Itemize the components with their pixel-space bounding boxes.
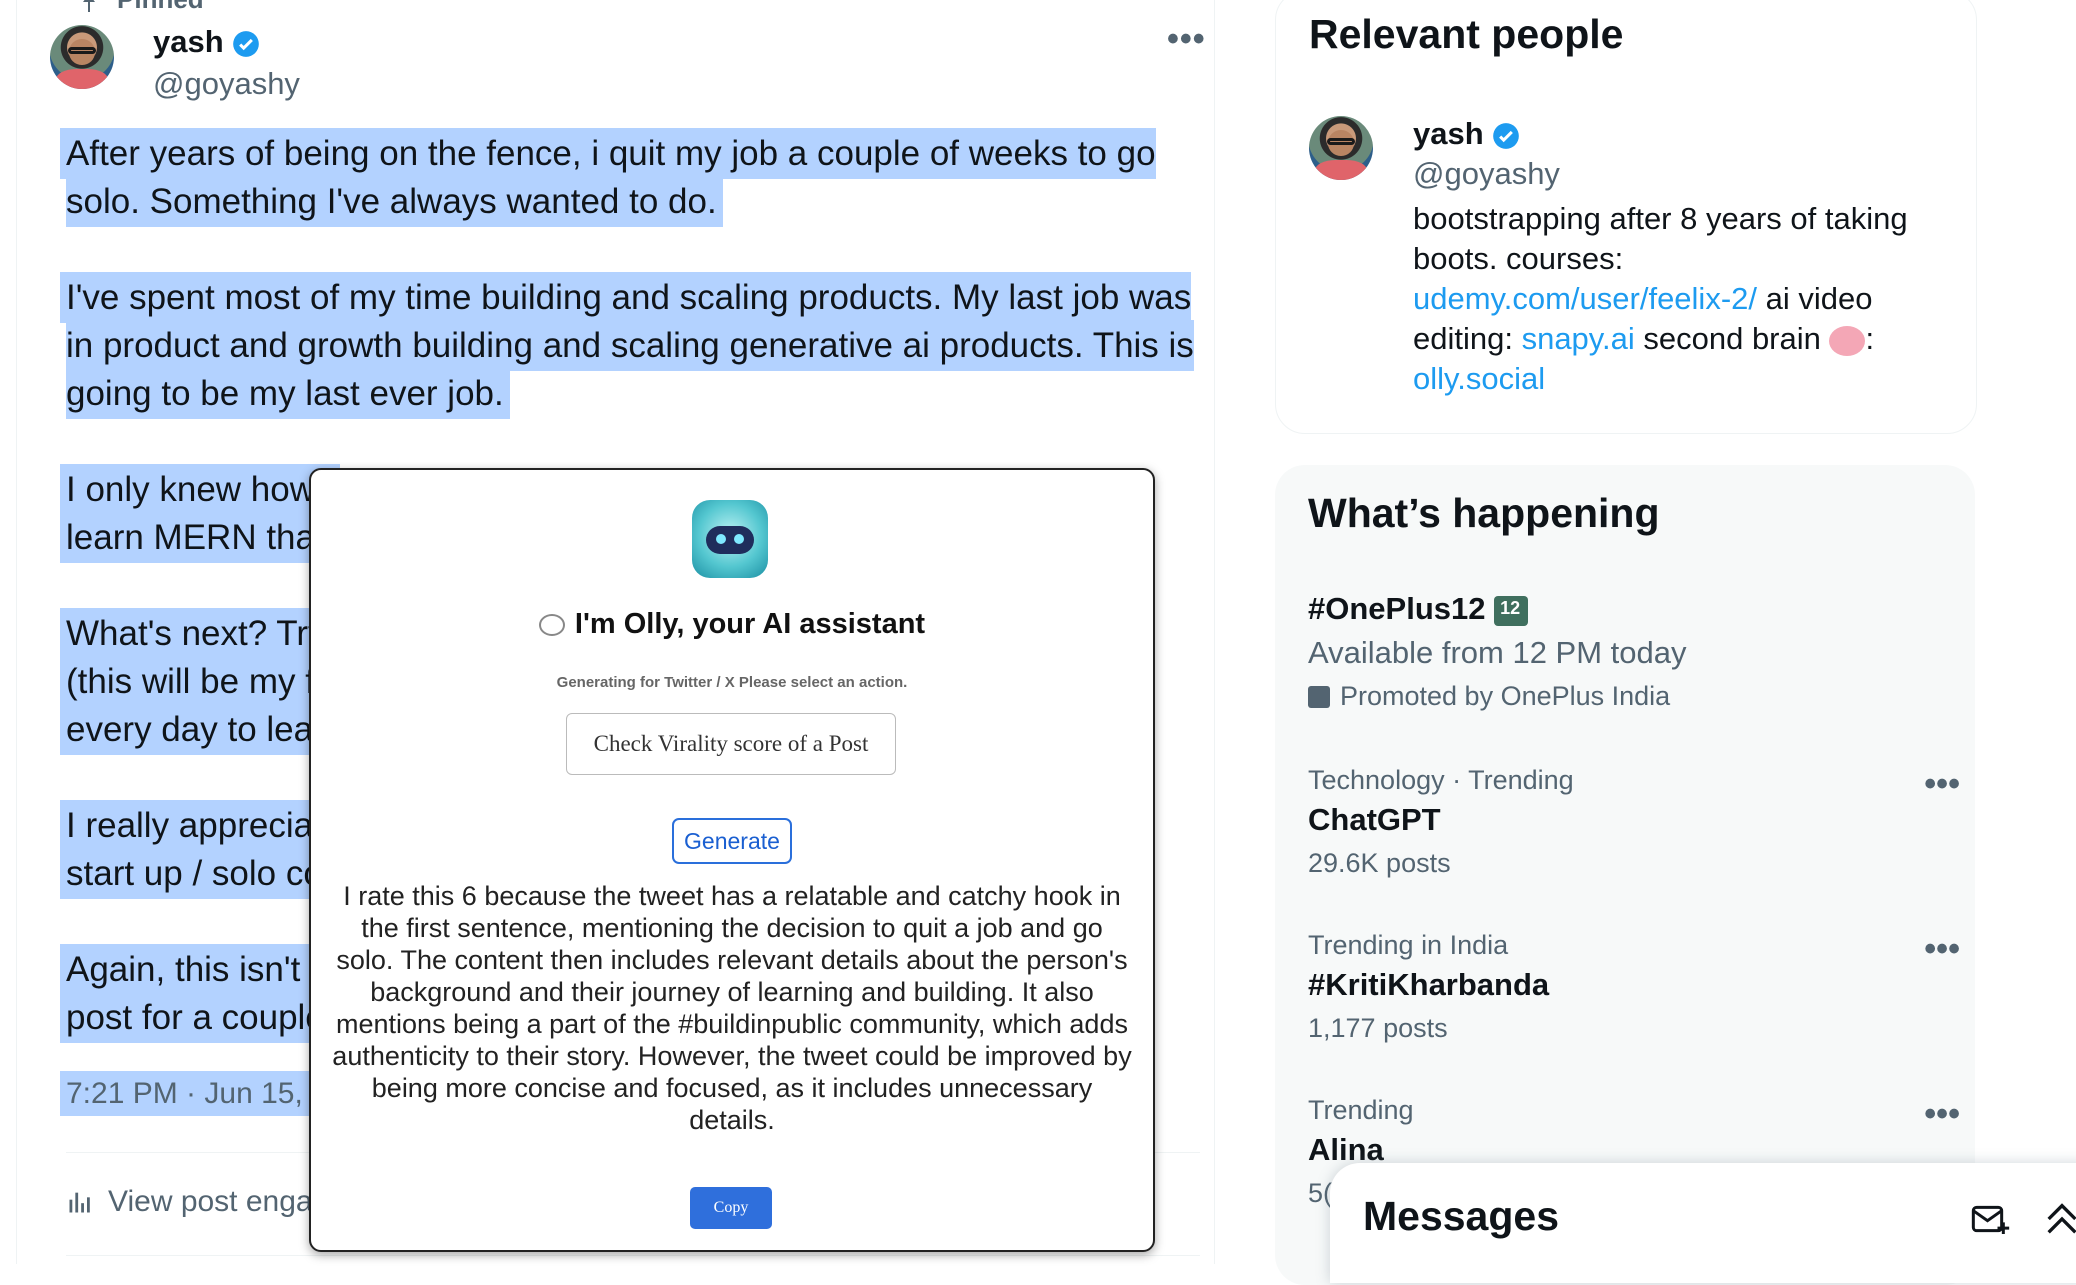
messages-title[interactable]: Messages xyxy=(1363,1193,1559,1240)
tweet-fragment: I really appreciat xyxy=(66,806,323,845)
pinned-label: Pinned xyxy=(83,0,204,15)
author-name-text[interactable]: yash xyxy=(153,24,224,59)
more-icon[interactable]: ••• xyxy=(1924,1095,1960,1134)
promoted-trend-name-text[interactable]: #OnePlus12 xyxy=(1308,591,1485,626)
bio-text: bootstrapping after 8 years of taking bo… xyxy=(1413,201,1908,276)
olly-robot-icon xyxy=(692,500,768,578)
popup-title-text: I'm Olly, your AI assistant xyxy=(574,608,926,640)
more-icon[interactable]: ••• xyxy=(1924,930,1960,969)
whats-happening-title: What’s happening xyxy=(1308,490,1660,536)
relevant-people-card: Relevant people yash @goyashy bootstrapp… xyxy=(1275,0,1977,434)
trend-post-count: 1,177 posts xyxy=(1308,1013,1448,1043)
tweet-fragment: every day to learn xyxy=(66,710,345,749)
tweet-fragment: start up / solo co xyxy=(66,854,323,893)
whats-happening-card: What’s happening #OnePlus12 12 Available… xyxy=(1275,465,1975,1285)
pin-icon xyxy=(83,0,95,12)
result-text: I rate this 6 because the tweet has a re… xyxy=(332,881,1132,1135)
pinned-text: Pinned xyxy=(117,0,204,14)
copy-button[interactable]: Copy xyxy=(690,1187,772,1229)
view-engagements-link[interactable]: View post engag xyxy=(66,1185,329,1219)
trend-category: Technology · Trending xyxy=(1308,765,1574,795)
divider xyxy=(66,1255,1200,1256)
promoted-trend-subtitle: Available from 12 PM today xyxy=(1308,635,1687,670)
author-name[interactable]: yash xyxy=(153,24,260,60)
tweet-paragraph: After years of being on the fence, i qui… xyxy=(66,130,1216,226)
generate-button[interactable]: Generate xyxy=(672,818,792,864)
timestamp-text[interactable]: 7:21 PM · Jun 15, 20 xyxy=(66,1077,345,1110)
promoted-by: Promoted by OnePlus India xyxy=(1308,681,1948,712)
trend-category: Trending in India xyxy=(1308,930,1509,960)
tweet-fragment: (this will be my fi xyxy=(66,662,323,701)
collapse-icon[interactable] xyxy=(2042,1199,2076,1239)
bio-text: second brain xyxy=(1634,321,1830,356)
oneplus-emoji-text: 12 xyxy=(1500,597,1521,618)
action-select[interactable]: Check Virality score of a Post xyxy=(566,713,896,775)
brain-emoji xyxy=(1829,325,1866,356)
bio-text: : xyxy=(1865,321,1875,356)
person-bio: bootstrapping after 8 years of taking bo… xyxy=(1413,199,1943,399)
popup-subtitle: Generating for Twitter / X Please select… xyxy=(556,674,908,691)
person-avatar[interactable] xyxy=(1309,116,1373,180)
promoted-trend-name[interactable]: #OnePlus12 12 xyxy=(1308,591,1948,627)
bio-link-snapy[interactable]: snapy.ai xyxy=(1522,321,1635,356)
author-avatar[interactable] xyxy=(50,25,114,89)
relevant-people-title: Relevant people xyxy=(1309,11,1624,57)
analytics-icon xyxy=(69,1192,90,1213)
tweet-timestamp[interactable]: 7:21 PM · Jun 15, 20 xyxy=(66,1077,345,1111)
person-name-text[interactable]: yash xyxy=(1413,116,1484,151)
oneplus-emoji: 12 xyxy=(1494,595,1529,626)
tweet-fragment: Again, this isn't a xyxy=(66,950,330,989)
bio-link-udemy[interactable]: udemy.com/user/feelix-2/ xyxy=(1413,281,1757,316)
tweet-paragraph: I've spent most of my time building and … xyxy=(66,274,1214,418)
trend-category: Trending xyxy=(1308,1095,1414,1125)
tweet-fragment: I only knew how t xyxy=(66,470,335,509)
bio-link-olly[interactable]: olly.social xyxy=(1413,361,1545,396)
more-icon[interactable]: ••• xyxy=(1167,20,1206,59)
tweet-fragment: What's next? Tryi xyxy=(66,614,334,653)
person-handle[interactable]: @goyashy xyxy=(1413,156,1560,192)
new-message-icon[interactable] xyxy=(1970,1199,2010,1239)
olly-assistant-popup: I'm Olly, your AI assistant Generating f… xyxy=(309,468,1155,1252)
person-name[interactable]: yash xyxy=(1413,116,1520,152)
trend-name[interactable]: ChatGPT xyxy=(1308,802,1948,838)
trend-name[interactable]: #KritiKharbanda xyxy=(1308,967,1948,1003)
chat-bubble-icon xyxy=(538,614,565,637)
trend-item[interactable]: Trending in India #KritiKharbanda 1,177 … xyxy=(1308,930,1960,1044)
tweet-fragment: learn MERN than xyxy=(66,518,335,557)
promoted-trend[interactable]: #OnePlus12 12 Available from 12 PM today… xyxy=(1308,591,1948,712)
more-icon[interactable]: ••• xyxy=(1924,765,1960,804)
tweet-paragraph-1: After years of being on the fence, i qui… xyxy=(66,134,1156,221)
verified-icon xyxy=(233,30,260,57)
verified-icon xyxy=(1493,122,1520,149)
trend-post-count: 29.6K posts xyxy=(1308,848,1451,878)
promoted-by-text: Promoted by OnePlus India xyxy=(1340,681,1671,711)
messages-drawer[interactable]: Messages xyxy=(1330,1163,2076,1283)
trend-item[interactable]: Technology · Trending ChatGPT 29.6K post… xyxy=(1308,765,1960,879)
promoted-icon xyxy=(1308,685,1330,708)
tweet-fragment: post for a couple xyxy=(66,998,325,1037)
view-engagements-text[interactable]: View post engag xyxy=(108,1185,329,1219)
author-handle[interactable]: @goyashy xyxy=(153,66,300,102)
tweet-paragraph-2: I've spent most of my time building and … xyxy=(66,278,1194,413)
popup-title: I'm Olly, your AI assistant xyxy=(311,608,1153,641)
